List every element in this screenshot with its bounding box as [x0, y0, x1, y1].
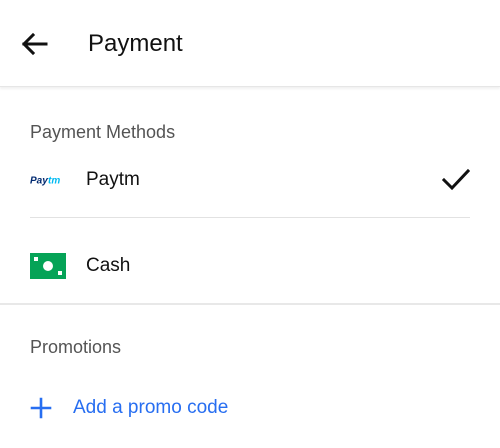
- cash-icon: [30, 252, 66, 280]
- payment-methods-heading: Payment Methods: [30, 122, 176, 142]
- cash-label: Cash: [86, 255, 131, 276]
- divider: [30, 217, 470, 218]
- plus-icon: [30, 397, 52, 419]
- payment-method-paytm[interactable]: Pay tm Paytm: [0, 152, 500, 208]
- app-bar: Payment: [0, 0, 500, 87]
- promotions-heading: Promotions: [30, 337, 122, 357]
- paytm-logo-icon: Pay tm: [30, 166, 66, 194]
- payment-method-cash[interactable]: Cash: [0, 238, 500, 294]
- section-divider: [0, 303, 500, 305]
- svg-text:Pay: Pay: [30, 176, 48, 187]
- back-button[interactable]: [14, 24, 54, 64]
- checkmark-icon: [442, 168, 470, 191]
- add-promo-code-label: Add a promo code: [73, 397, 229, 418]
- svg-text:tm: tm: [48, 176, 60, 187]
- arrow-left-icon: [21, 32, 48, 56]
- add-promo-code-button[interactable]: Add a promo code: [0, 390, 500, 426]
- page-title: Payment: [88, 30, 183, 57]
- paytm-label: Paytm: [86, 169, 140, 190]
